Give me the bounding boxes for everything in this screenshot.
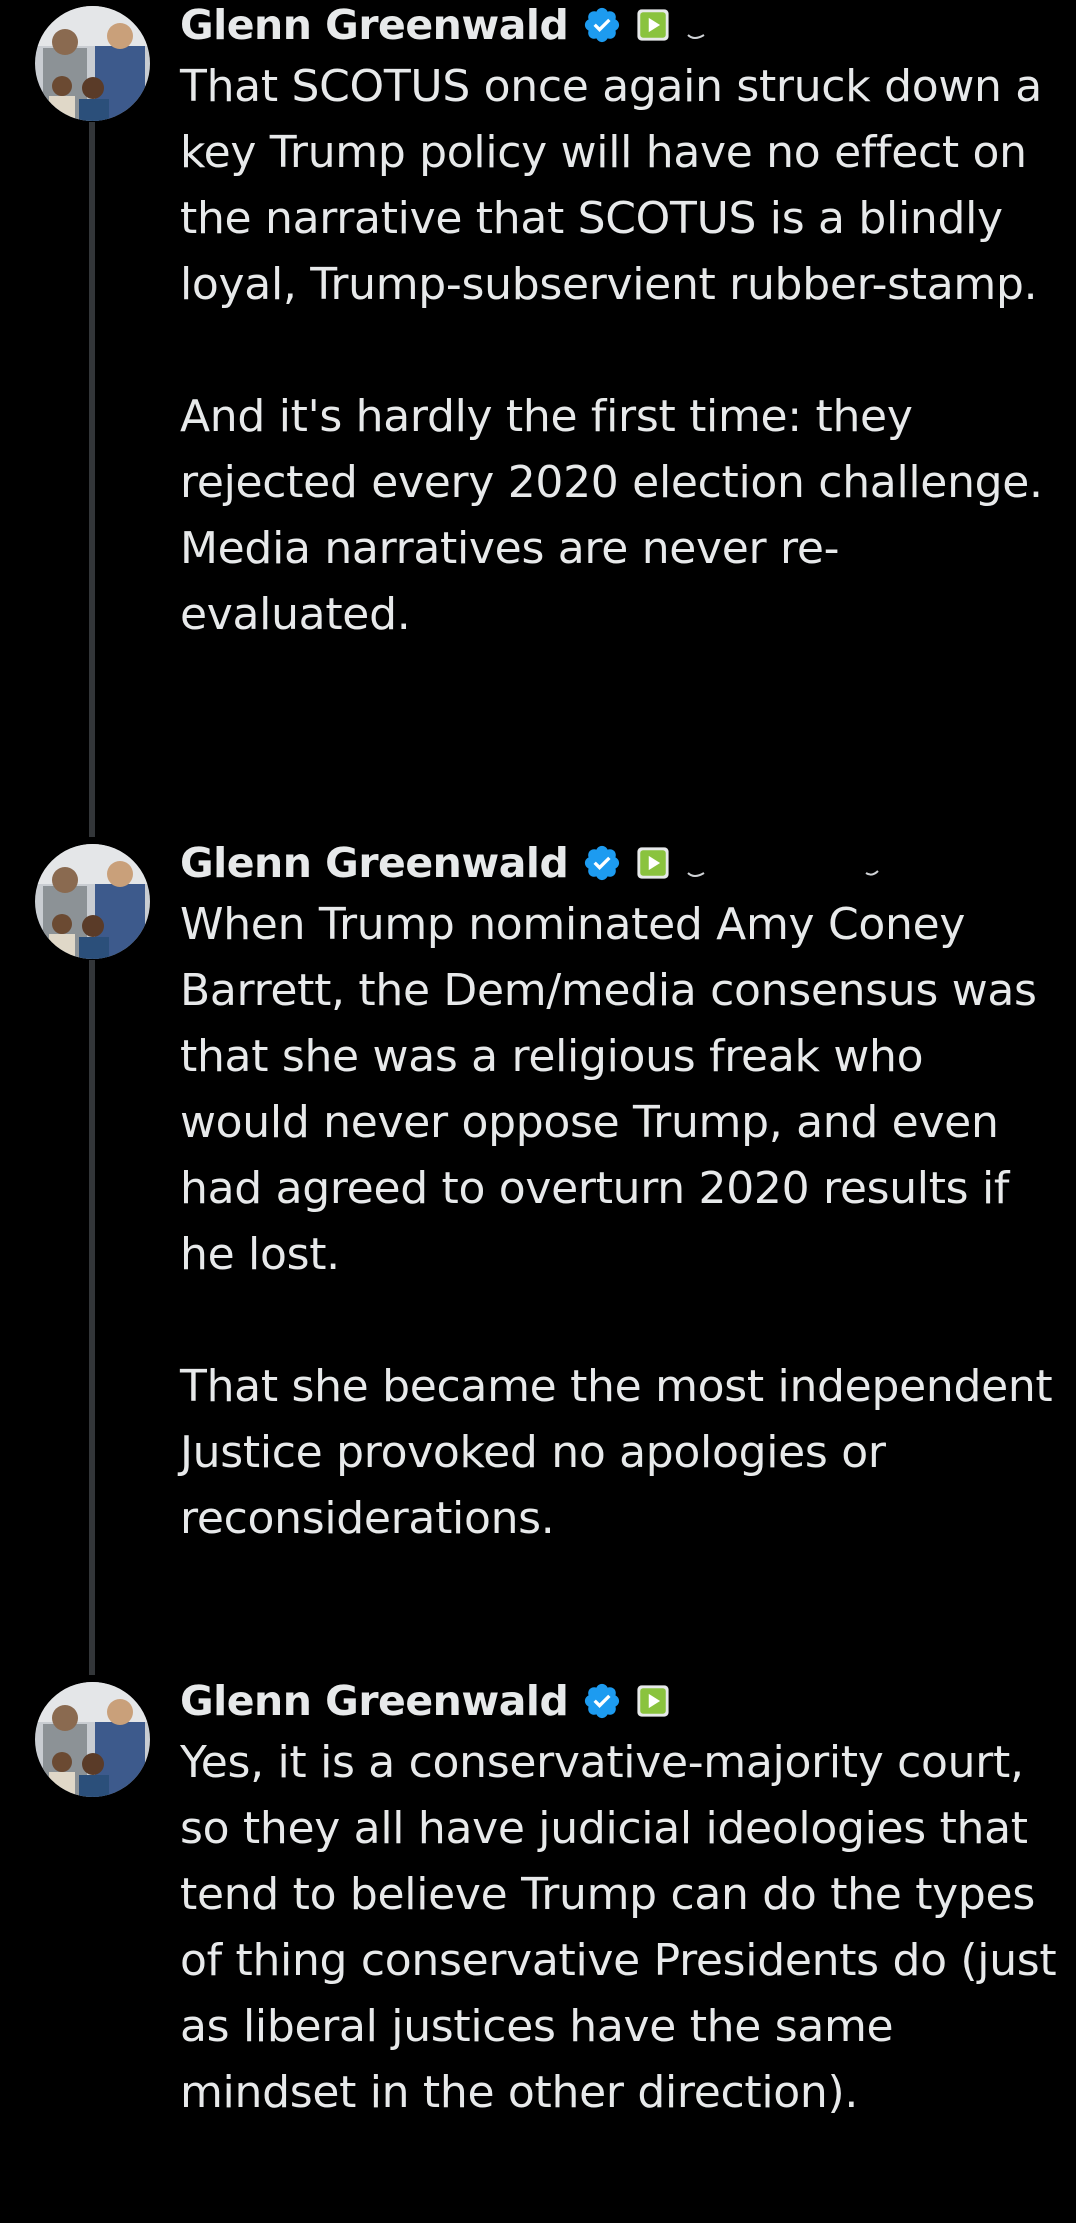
tweet-text: When Trump nominated Amy Coney Barrett, … [180,899,1053,1544]
avatar[interactable] [35,6,150,121]
avatar[interactable] [35,844,150,959]
tweet-text: That SCOTUS once again struck down a key… [180,61,1043,640]
tweet-header: Glenn Greenwald [180,0,714,50]
handle-mask [684,843,884,883]
verified-icon[interactable] [582,5,622,45]
tweet[interactable]: Glenn Greenwald Yes, it is a conservativ… [0,1676,1076,2223]
verified-icon[interactable] [582,843,622,883]
tweet-header: Glenn Greenwald [180,838,884,888]
play-icon[interactable] [636,846,670,880]
handle-mask [684,5,714,45]
author-name[interactable]: Glenn Greenwald [180,1677,569,1725]
author-name[interactable]: Glenn Greenwald [180,1,569,49]
play-icon[interactable] [636,1684,670,1718]
avatar[interactable] [35,1682,150,1797]
verified-icon[interactable] [582,1681,622,1721]
play-icon[interactable] [636,8,670,42]
tweet-header: Glenn Greenwald [180,1676,670,1726]
tweet-text: Yes, it is a conservative-majority court… [180,1737,1057,2118]
tweet[interactable]: Glenn Greenwald That SCOTUS once again s… [0,0,1076,760]
thread: Glenn Greenwald That SCOTUS once again s… [0,0,1076,2223]
author-name[interactable]: Glenn Greenwald [180,839,569,887]
tweet[interactable]: Glenn Greenwald When Trump nominated Amy… [0,838,1076,1598]
